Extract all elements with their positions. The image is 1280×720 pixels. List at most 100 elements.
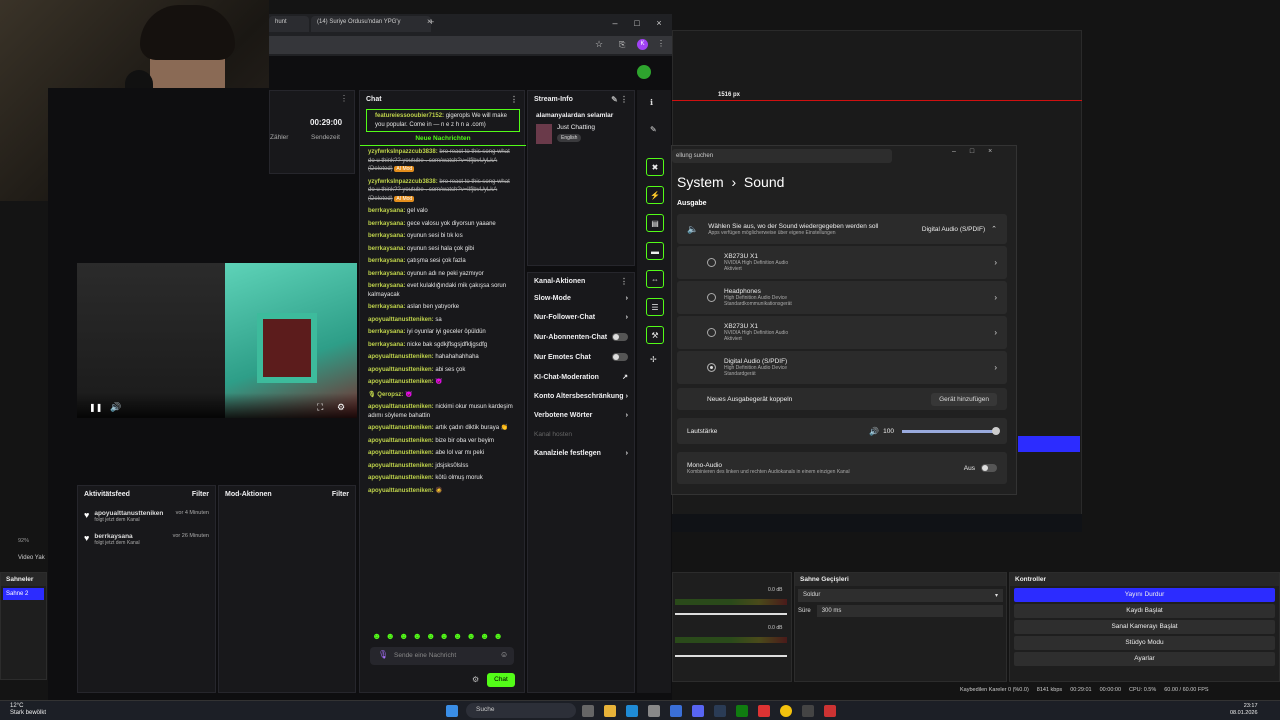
obs-icon[interactable] [824,705,836,717]
settings-app-icon[interactable] [802,705,814,717]
clock[interactable]: 23:17 08.01.2026 [1230,703,1258,717]
browser-tab-1[interactable]: hunt [269,16,309,32]
chat-username[interactable]: apoyualttanustteniken: [368,354,434,360]
menu-icon[interactable]: ⋮ [657,39,665,48]
mail-icon[interactable] [670,705,682,717]
chat-username[interactable]: 🎙 Qeropsz: [368,392,403,398]
chat-username[interactable]: berrkaysana: [368,283,405,289]
rail-button-7[interactable]: ⚒ [646,326,664,344]
chat-username[interactable]: berrkaysana: [368,304,405,310]
channel-goals-item[interactable]: Kanalziele festlegen › [528,444,634,463]
emote-icon[interactable]: ☻ [385,631,394,641]
output-device-row[interactable]: XB273U X1 NVIDIA High Definition Audio Akt… [677,246,1007,279]
weather-widget[interactable]: 12°C Stark bewölkt [10,703,46,717]
valorant-icon[interactable] [758,705,770,717]
chat-username[interactable]: apoyualttanustteniken: [368,425,434,431]
chat-username[interactable]: berrkaysana: [368,258,405,264]
mod-filter[interactable]: Filter [332,491,349,498]
address-bar[interactable]: ☆ ⎘ K ⋮ [269,36,672,54]
rail-button-3[interactable]: ▤ [646,214,664,232]
activity-user[interactable]: berrkaysana [94,533,164,540]
new-messages-divider[interactable]: Neue Nachrichten [360,132,526,146]
chat-menu-icon[interactable]: ⋮ [510,95,518,104]
output-select-row[interactable]: 🔈 Wählen Sie aus, wo der Sound wiedergeg… [677,214,1007,244]
chat-username[interactable]: berrkaysana: [368,246,405,252]
chevron-right-icon[interactable]: › [626,314,628,321]
obs-control-button[interactable]: Stüdyo Modu [1014,636,1275,650]
fullscreen-icon[interactable]: ⛶ [317,402,323,413]
channel-action-item[interactable]: Nur Emotes Chat [528,347,634,367]
settings-icon[interactable]: ⚙ [337,402,345,413]
xbox-icon[interactable] [736,705,748,717]
chat-username[interactable]: apoyualttanustteniken: [368,450,434,456]
profile-avatar[interactable]: K [637,39,648,50]
rail-button-4[interactable]: ▬ [646,242,664,260]
device-radio[interactable] [707,363,716,372]
device-radio[interactable] [707,328,716,337]
chat-username[interactable]: berrkaysana: [368,342,405,348]
chat-username[interactable]: apoyualttanustteniken: [368,475,434,481]
rail-button-1[interactable]: ✖ [646,158,664,176]
output-device-row[interactable]: Headphones High Definition Audio Device St… [677,281,1007,314]
chrome-icon[interactable] [780,705,792,717]
stream-preview[interactable]: ❚❚ 🔊 ⛶ ⚙ [77,263,357,418]
chat-username[interactable]: apoyualttanustteniken: [368,438,434,444]
store-icon[interactable] [648,705,660,717]
info-icon[interactable]: ℹ [650,98,653,107]
transition-select[interactable]: Soldur ▾ [798,589,1003,602]
chat-username[interactable]: berrkaysana: [368,221,405,227]
channel-action-toggle[interactable] [612,333,628,341]
channel-action-item[interactable]: KI-Chat-Moderation ↗ [528,367,634,387]
start-icon[interactable] [446,705,458,717]
edit-icon[interactable]: ✎ ⋮ [611,95,628,104]
pause-icon[interactable]: ❚❚ [89,403,102,412]
device-radio[interactable] [707,258,716,267]
emote-icon[interactable]: ☻ [426,631,435,641]
chat-username[interactable]: apoyualttanustteniken: [368,367,434,373]
output-device-row[interactable]: XB273U X1 NVIDIA High Definition Audio Akt… [677,316,1007,349]
pencil-icon[interactable]: ✎ [650,125,657,134]
mono-audio-toggle[interactable] [981,464,997,472]
channel-actions-menu-icon[interactable]: ⋮ [620,277,628,286]
new-tab-icon[interactable]: + [429,17,434,27]
activity-user[interactable]: apoyualttanustteniken [94,510,164,517]
emote-icon[interactable]: ☻ [372,631,381,641]
chat-username[interactable]: yzyfwrksInpazzcub3838: [368,179,438,185]
close-window-icon[interactable]: × [649,18,669,28]
channel-action-item[interactable]: Slow-Mode › [528,289,634,308]
chat-username[interactable]: yzyfwrksInpazzcub3838: [368,149,438,155]
emote-icon[interactable]: ☻ [453,631,462,641]
browser-tab-2[interactable]: (14) Suriye Ordusu'ndan YPG'y [311,16,431,32]
settings-window-controls[interactable]: –□× [952,148,1006,155]
chat-username[interactable]: berrkaysana: [368,271,405,277]
emote-icon[interactable]: ☻ [412,631,421,641]
chat-username[interactable]: berrkaysana: [368,208,405,214]
edge-icon[interactable] [626,705,638,717]
chat-username[interactable]: apoyualttanustteniken: [368,404,434,410]
user-avatar[interactable] [637,65,651,79]
emote-icon[interactable]: ☻ [399,631,408,641]
taskbar-search[interactable]: Suche [466,703,576,718]
duration-input[interactable]: 300 ms [816,605,1003,617]
channel-action-item[interactable]: Nur-Abonnenten-Chat [528,327,634,347]
chat-username[interactable]: apoyualttanustteniken: [368,463,434,469]
obs-control-button[interactable]: Yayını Durdur [1014,588,1275,602]
channel-action-item[interactable]: Verbotene Wörter › [528,406,634,425]
scene-item[interactable]: Sahne 2 [3,588,44,600]
send-chat-button[interactable]: Chat [487,673,515,687]
minimize-icon[interactable]: – [605,18,625,28]
add-widget-icon[interactable]: ✢ [650,355,657,364]
volume-icon[interactable]: 🔊 [110,402,121,413]
chevron-right-icon[interactable]: › [626,393,628,400]
output-device-row[interactable]: Digital Audio (S/PDIF) High Definition Au… [677,351,1007,384]
file-explorer-icon[interactable] [604,705,616,717]
settings-search[interactable]: ellung suchen [672,149,892,163]
rail-button-2[interactable]: ⚡ [646,186,664,204]
chat-input[interactable]: 🎙 Sende eine Nachricht ☺ [370,647,514,665]
maximize-icon[interactable]: □ [627,18,647,28]
discord-icon[interactable] [692,705,704,717]
chat-username[interactable]: berrkaysana: [368,329,405,335]
external-link-icon[interactable]: ↗ [622,373,628,381]
stats-menu-icon[interactable]: ⋮ [340,94,348,103]
add-device-button[interactable]: Gerät hinzufügen [931,392,997,406]
